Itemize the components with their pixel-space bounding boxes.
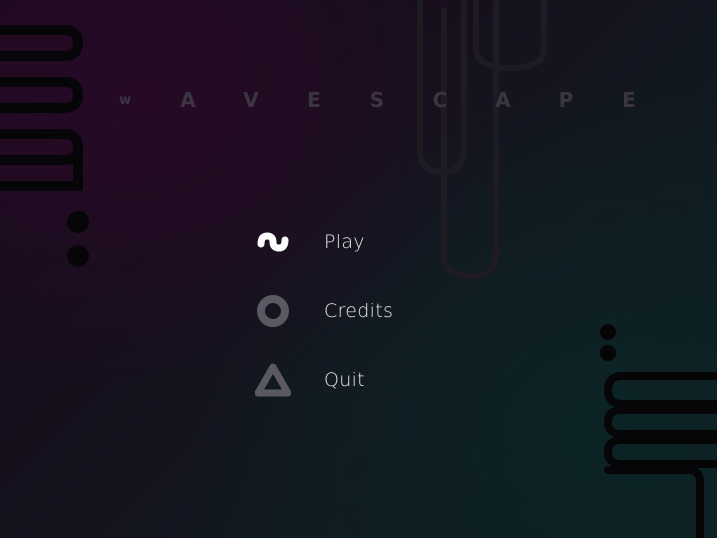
left-dot-decoration — [67, 245, 89, 267]
top-tube-decoration — [417, 0, 547, 280]
title-letter: S — [369, 88, 385, 112]
play-button[interactable]: Play — [254, 222, 393, 262]
left-dot-decoration — [67, 211, 89, 233]
credits-label: Credits — [324, 300, 394, 322]
title-letter: w — [118, 92, 131, 108]
wave-icon — [254, 223, 292, 261]
right-dot-decoration — [600, 345, 616, 361]
title-letter: A — [495, 88, 511, 112]
main-menu: Play Credits Quit — [254, 222, 393, 429]
title-letter: V — [243, 88, 259, 112]
title-letter: E — [307, 88, 321, 112]
left-coil-decoration — [0, 25, 84, 191]
title-letter: C — [432, 88, 448, 112]
title-letter: E — [622, 88, 636, 112]
right-dot-decoration — [600, 324, 616, 340]
main-menu-screen: w A V E S C A P E Play Credits Quit — [0, 0, 717, 538]
title-letter: A — [180, 88, 196, 112]
quit-button[interactable]: Quit — [254, 360, 393, 400]
play-label: Play — [324, 231, 365, 253]
credits-button[interactable]: Credits — [254, 291, 393, 331]
title-letter: P — [558, 88, 574, 112]
game-title: w A V E S C A P E — [117, 84, 637, 116]
circle-icon — [254, 292, 292, 330]
right-coil-decoration — [603, 372, 717, 538]
triangle-icon — [254, 361, 292, 399]
quit-label: Quit — [324, 369, 365, 391]
